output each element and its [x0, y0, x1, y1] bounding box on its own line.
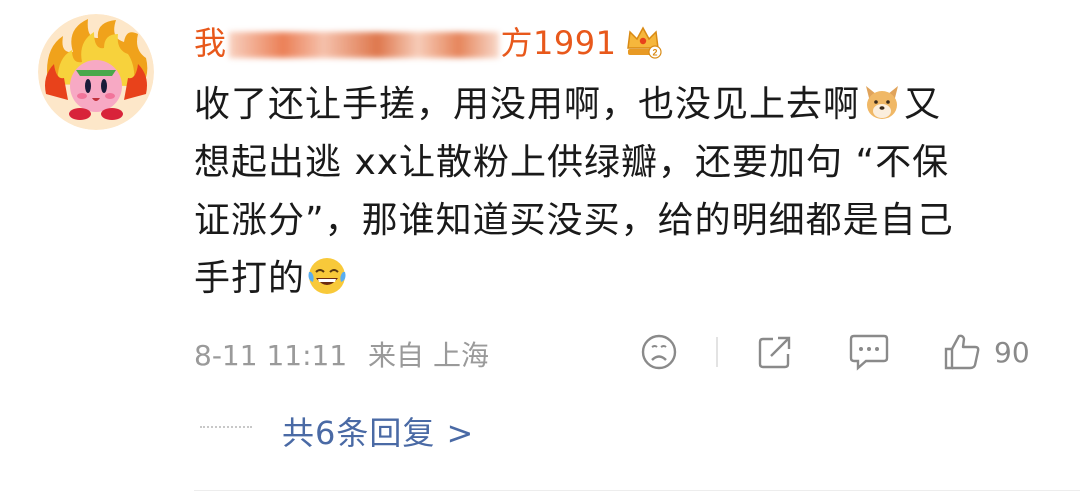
- crown-badge-icon[interactable]: 2: [624, 22, 663, 60]
- sad-face-icon: [641, 334, 677, 370]
- comment-content: 收了还让手搓，用没用啊，也没见上去啊 又 想起出逃 xx让散粉上供绿瓣，还要加句…: [194, 76, 1044, 308]
- username-prefix: 我: [194, 24, 227, 62]
- username-suffix: 方1991: [500, 24, 617, 62]
- content-line: 收了还让手搓，用没用啊，也没见上去啊 又: [194, 76, 1044, 134]
- dog-face-emoji-icon: [866, 86, 899, 119]
- bottom-divider: [194, 490, 1080, 491]
- like-button[interactable]: 90: [942, 330, 1030, 374]
- comment-meta: 8-11 11:11 来自 上海: [194, 334, 489, 374]
- svg-text:2: 2: [653, 48, 658, 58]
- dislike-button[interactable]: [640, 330, 678, 374]
- fire-kirby-avatar-icon: [38, 14, 154, 130]
- view-replies-link[interactable]: 共6条回复 >: [282, 408, 474, 454]
- share-icon: [758, 336, 791, 369]
- like-count: 90: [994, 335, 1030, 369]
- thumbs-up-icon: [944, 334, 980, 370]
- reply-divider-dots: [200, 426, 252, 428]
- action-divider: [716, 337, 718, 367]
- avatar[interactable]: [38, 14, 154, 130]
- comment-button[interactable]: [848, 330, 890, 374]
- comment-icon: [849, 334, 889, 371]
- location: 来自 上海: [368, 339, 489, 372]
- content-line: 证涨分”，那谁知道买没买，给的明细都是自己: [194, 200, 954, 241]
- content-line: 手打的: [194, 250, 1044, 308]
- content-text: 手打的: [194, 258, 306, 299]
- content-text: 收了还让手搓，用没用啊，也没见上去啊: [194, 84, 861, 125]
- content-line: 想起出逃 xx让散粉上供绿瓣，还要加句 “不保: [194, 142, 950, 183]
- share-button[interactable]: [756, 330, 794, 374]
- username[interactable]: 我 方1991: [194, 18, 616, 64]
- username-row: 我 方1991 2: [194, 18, 663, 64]
- content-text-after: 又: [904, 84, 942, 125]
- timestamp: 8-11 11:11: [194, 339, 348, 372]
- redacted-name-blur: [228, 32, 499, 58]
- laugh-cry-emoji-icon: [308, 258, 346, 294]
